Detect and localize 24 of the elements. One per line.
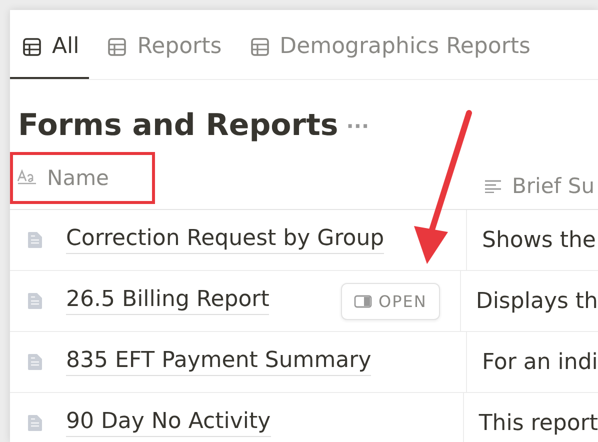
more-button[interactable]: ··· bbox=[346, 114, 370, 138]
view-tab[interactable]: All bbox=[10, 30, 90, 79]
open-button[interactable]: OPEN bbox=[340, 282, 440, 320]
table-cell-text: For an indi bbox=[481, 348, 598, 376]
view-tab[interactable]: Reports bbox=[95, 30, 232, 79]
table-cell-text: Displays th bbox=[474, 288, 598, 316]
table-icon bbox=[107, 36, 128, 56]
page-icon bbox=[28, 293, 42, 309]
table-icon bbox=[22, 36, 42, 56]
table-cell-text: This report bbox=[478, 410, 598, 438]
page-icon bbox=[28, 232, 42, 248]
page-link[interactable]: 835 EFT Payment Summary bbox=[66, 348, 372, 376]
page-icon bbox=[28, 354, 42, 370]
page-icon bbox=[28, 415, 42, 431]
page-link[interactable]: Correction Request by Group bbox=[66, 226, 384, 254]
table-icon bbox=[250, 36, 270, 56]
page-link[interactable]: 90 Day No Activity bbox=[66, 409, 271, 437]
column-header[interactable]: Brief Su bbox=[467, 160, 598, 212]
page-link[interactable]: 26.5 Billing Report bbox=[66, 287, 270, 315]
view-tab[interactable]: Demographics Reports bbox=[238, 30, 540, 79]
panel-icon bbox=[354, 294, 372, 308]
column-header[interactable]: Name bbox=[10, 152, 155, 204]
table-cell-text: Shows the bbox=[481, 226, 596, 254]
page-title: Forms and Reports bbox=[18, 108, 338, 143]
